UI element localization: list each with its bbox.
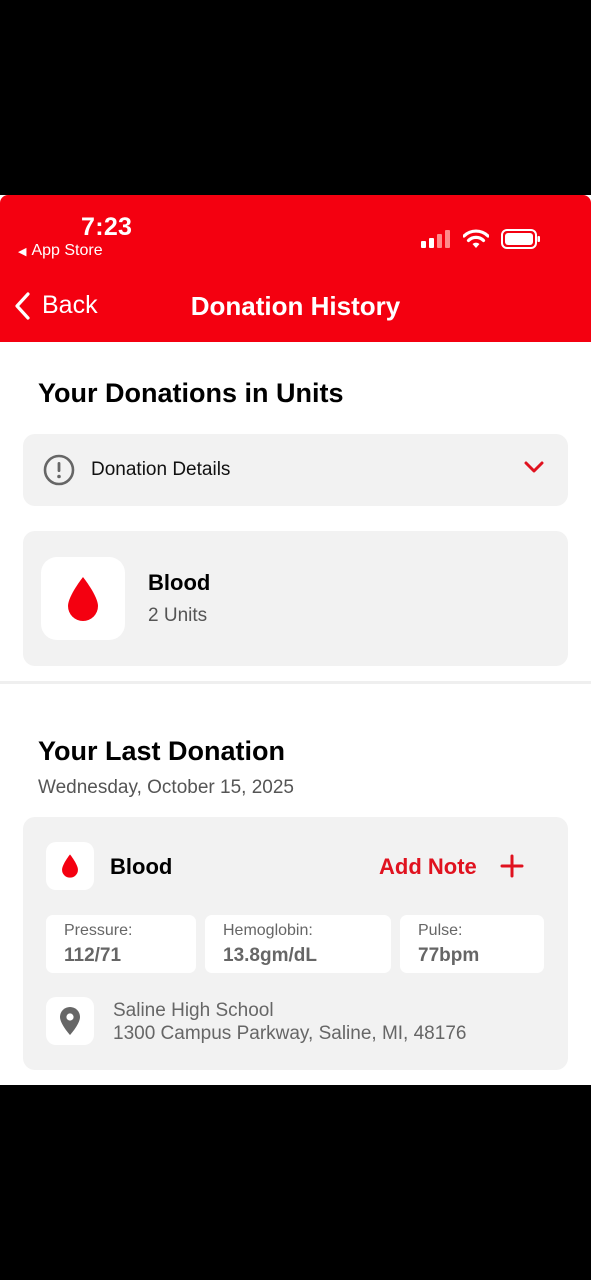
app-store-label: App Store (31, 242, 103, 259)
last-donation-title: Your Last Donation (38, 736, 285, 766)
status-time: 7:23 (81, 213, 133, 241)
pulse-metric: Pulse: 77bpm (400, 915, 544, 973)
blood-units-card (23, 531, 568, 666)
units-count: 2 Units (148, 605, 208, 626)
units-section-title: Your Donations in Units (38, 378, 344, 408)
blood-icon-box (41, 557, 125, 640)
hemoglobin-metric: Hemoglobin: 13.8gm/dL (205, 915, 391, 973)
header-bar: 7:23 ◀ App Store Back Donation History (0, 195, 591, 342)
section-divider (0, 681, 591, 684)
chevron-down-icon (524, 461, 544, 473)
pressure-metric: Pressure: 112/71 (46, 915, 196, 973)
units-type: Blood (148, 570, 211, 595)
blood-drop-icon (68, 576, 98, 621)
location-name: Saline High School (113, 1000, 274, 1021)
app-screen: 7:23 ◀ App Store Back Donation History Y… (0, 195, 591, 1085)
back-triangle-icon: ◀ (18, 245, 27, 258)
donation-details-label: Donation Details (91, 459, 231, 480)
signal-icon (421, 230, 450, 248)
plus-icon[interactable] (499, 853, 525, 879)
add-note-button[interactable]: Add Note (379, 854, 477, 880)
hemoglobin-label: Hemoglobin: (223, 922, 313, 939)
location-pin-icon (60, 1007, 80, 1035)
wifi-icon (463, 229, 489, 248)
last-donation-type: Blood (110, 854, 173, 879)
pulse-value: 77bpm (418, 945, 480, 966)
back-to-app-store[interactable]: ◀ App Store (18, 242, 103, 260)
blood-drop-icon (62, 854, 78, 878)
hemoglobin-value: 13.8gm/dL (223, 945, 317, 966)
blood-icon-box-small (46, 842, 94, 890)
pulse-label: Pulse: (418, 922, 463, 939)
location-icon-box (46, 997, 94, 1045)
status-icons (421, 229, 541, 249)
donation-details-dropdown[interactable]: Donation Details (23, 434, 568, 506)
last-donation-card: Blood Add Note Pressure: 112/71 Hemoglob… (23, 817, 568, 1070)
info-icon (43, 454, 75, 486)
battery-icon (501, 229, 540, 249)
pressure-label: Pressure: (64, 922, 133, 939)
last-donation-date: Wednesday, October 15, 2025 (38, 777, 294, 798)
pressure-value: 112/71 (64, 945, 122, 966)
location-address: 1300 Campus Parkway, Saline, MI, 48176 (113, 1023, 467, 1044)
page-title: Donation History (190, 291, 401, 321)
